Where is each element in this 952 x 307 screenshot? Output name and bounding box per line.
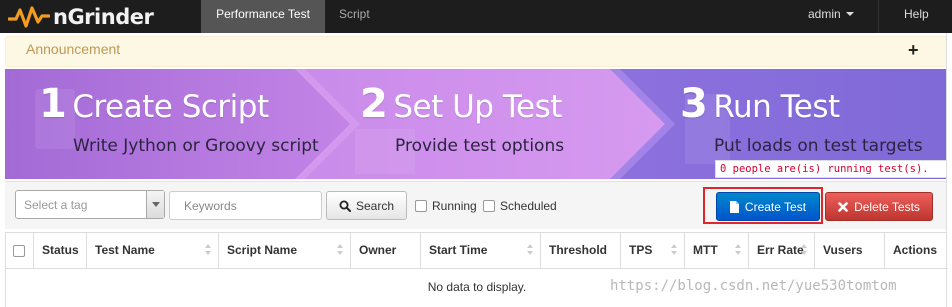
step-2-description: Provide test options [395, 136, 565, 156]
nav-divider [878, 0, 879, 33]
column-owner-label: Owner [359, 243, 397, 257]
search-button-label: Search [355, 198, 395, 213]
step-1-heading: Create Script [72, 89, 269, 125]
brand-name: nGrinder [53, 5, 154, 29]
step-3-number: 3 [680, 81, 708, 127]
step-1-description: Write Jython or Groovy script [73, 136, 319, 156]
magnifier-icon [339, 200, 351, 212]
keyword-input[interactable] [169, 191, 322, 220]
column-mtt[interactable]: MTT [684, 233, 748, 268]
steps-banner: 1 Create Script Write Jython or Groovy sc… [5, 69, 947, 179]
test-list-toolbar: Select a tag Search Running Scheduled Cr… [5, 181, 947, 229]
brand-logo[interactable]: nGrinder [8, 2, 154, 32]
column-test-name-label: Test Name [95, 243, 155, 257]
column-script-name-label: Script Name [227, 243, 298, 257]
step-1-number: 1 [39, 81, 67, 127]
tab-performance-test[interactable]: Performance Test [201, 0, 325, 33]
create-test-button[interactable]: Create Test [716, 192, 820, 221]
tab-script[interactable]: Script [339, 0, 370, 33]
running-filter[interactable]: Running [415, 199, 477, 213]
sort-icon[interactable] [735, 244, 741, 256]
sort-icon[interactable] [671, 244, 677, 256]
column-script-name[interactable]: Script Name [218, 233, 350, 268]
sort-icon[interactable] [205, 244, 211, 256]
tag-select[interactable]: Select a tag [15, 190, 165, 219]
column-vusers-label: Vusers [823, 243, 863, 257]
column-tps-label: TPS [629, 243, 653, 257]
column-threshold-label: Threshold [549, 243, 608, 257]
x-icon [838, 201, 848, 212]
step-3-description: Put loads on test targets [714, 136, 923, 156]
column-threshold[interactable]: Threshold [540, 233, 620, 268]
pulse-logo-icon [8, 6, 50, 28]
scheduled-checkbox[interactable] [483, 200, 495, 212]
help-link[interactable]: Help [904, 0, 929, 33]
sort-icon[interactable] [801, 244, 807, 256]
step-3-heading: Run Test [713, 89, 840, 125]
column-start-time[interactable]: Start Time [420, 233, 540, 268]
step-3-title: 3 Run Test [680, 81, 840, 127]
running-tests-status: 0 people are(is) running test(s). [715, 160, 947, 178]
column-start-time-label: Start Time [429, 243, 488, 257]
column-err-rate[interactable]: Err Rate [748, 233, 814, 268]
running-checkbox[interactable] [415, 200, 427, 212]
column-actions: Actions [884, 233, 948, 268]
caret-down-icon [845, 12, 854, 16]
step-1-title: 1 Create Script [39, 81, 269, 127]
step-2-heading: Set Up Test [393, 89, 562, 125]
column-status[interactable]: Status [33, 233, 86, 268]
user-menu[interactable]: admin [808, 0, 854, 33]
announcement-bar: Announcement + [5, 36, 947, 67]
sort-icon[interactable] [527, 244, 533, 256]
column-status-label: Status [42, 243, 79, 257]
delete-tests-button[interactable]: Delete Tests [825, 192, 933, 221]
column-vusers[interactable]: Vusers [814, 233, 884, 268]
column-err-rate-label: Err Rate [757, 243, 804, 257]
watermark-text: https://blog.csdn.net/yue530tomtom [610, 278, 897, 294]
test-list-table: Status Test Name Script Name Owner Start… [5, 232, 948, 307]
select-all-checkbox[interactable] [13, 245, 25, 257]
tag-select-placeholder: Select a tag [24, 198, 88, 212]
plus-icon[interactable]: + [908, 40, 919, 60]
select-all-header [6, 233, 33, 268]
column-mtt-label: MTT [693, 243, 718, 257]
step-2-number: 2 [360, 81, 388, 127]
announcement-label: Announcement [26, 41, 121, 57]
search-button[interactable]: Search [326, 191, 407, 220]
scheduled-label: Scheduled [500, 199, 557, 213]
content-border [946, 33, 947, 307]
running-label: Running [432, 199, 477, 213]
table-header: Status Test Name Script Name Owner Start… [6, 233, 948, 269]
chevron-down-icon[interactable] [146, 191, 164, 218]
document-icon [729, 200, 739, 213]
user-name: admin [808, 7, 841, 21]
column-tps[interactable]: TPS [620, 233, 684, 268]
step-2-title: 2 Set Up Test [360, 81, 562, 127]
column-actions-label: Actions [893, 243, 938, 257]
column-test-name[interactable]: Test Name [86, 233, 218, 268]
delete-tests-label: Delete Tests [854, 199, 920, 214]
column-owner[interactable]: Owner [350, 233, 420, 268]
top-navbar: nGrinder Performance Test Script admin H… [0, 0, 952, 33]
sort-icon[interactable] [337, 244, 343, 256]
scheduled-filter[interactable]: Scheduled [483, 199, 557, 213]
create-test-label: Create Test [744, 199, 807, 214]
